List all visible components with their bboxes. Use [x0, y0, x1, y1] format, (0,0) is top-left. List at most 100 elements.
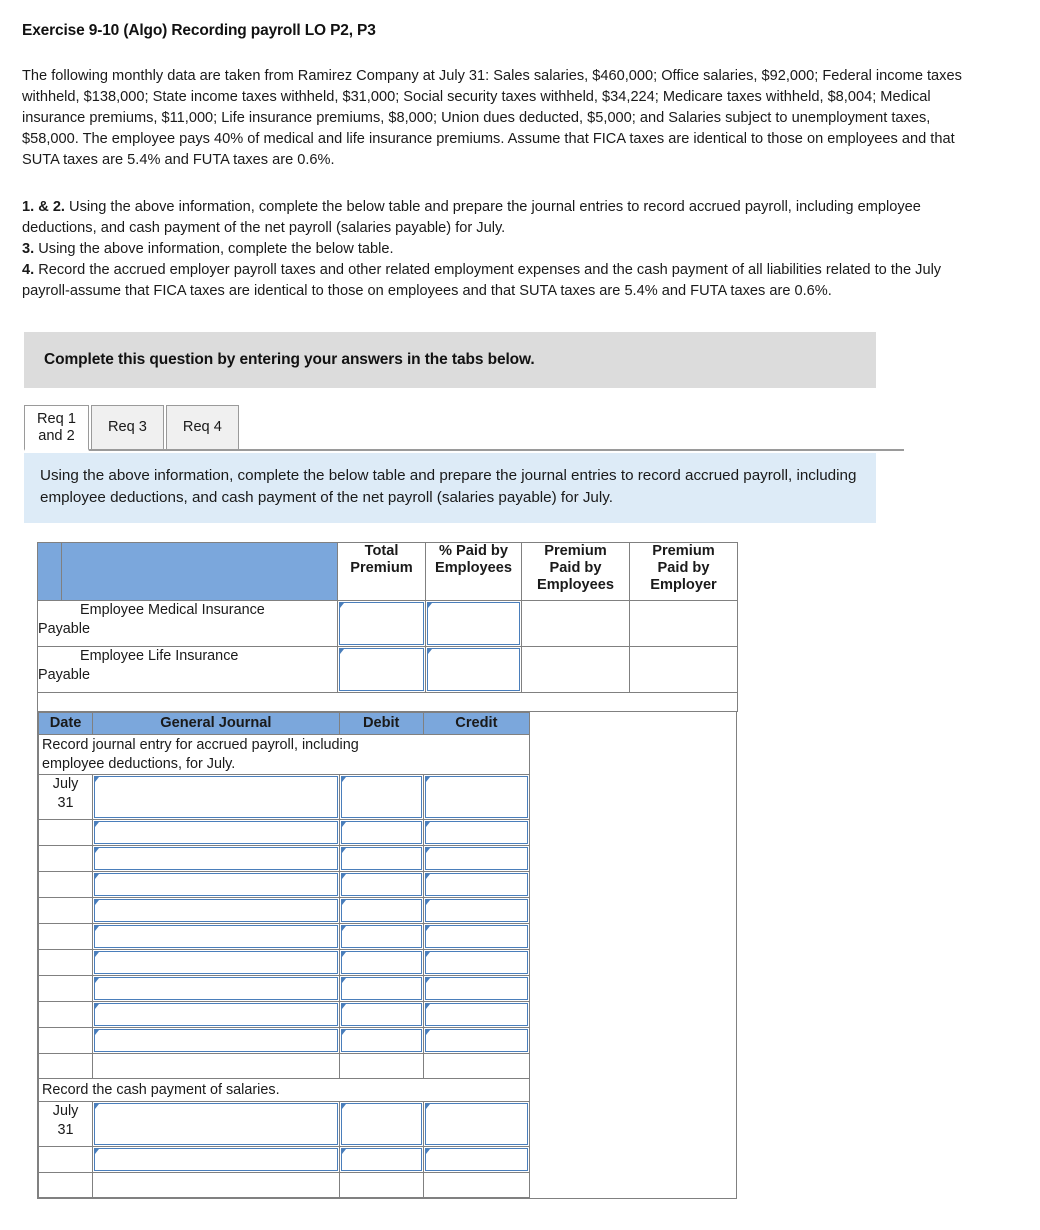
- input-box[interactable]: [340, 1029, 422, 1052]
- cell-journal-debit: [338, 1172, 424, 1198]
- input-journal-account[interactable]: [92, 975, 340, 1002]
- input-journal-account[interactable]: [92, 819, 340, 846]
- cell-journal-debit: [338, 1053, 424, 1079]
- input-box[interactable]: [424, 1003, 528, 1026]
- input-journal-credit[interactable]: [422, 923, 531, 950]
- table-row: [37, 923, 531, 950]
- input-box[interactable]: [94, 1148, 338, 1171]
- input-journal-credit[interactable]: [422, 774, 531, 820]
- input-medical-total-premium[interactable]: [337, 600, 426, 647]
- input-journal-debit[interactable]: [338, 949, 424, 976]
- input-box[interactable]: [424, 1148, 528, 1171]
- input-box[interactable]: [424, 899, 528, 922]
- input-journal-credit[interactable]: [422, 1101, 531, 1147]
- input-journal-account[interactable]: [92, 923, 340, 950]
- tab-req-4[interactable]: Req 4: [165, 405, 239, 449]
- input-journal-debit[interactable]: [338, 774, 424, 820]
- input-box[interactable]: [340, 951, 422, 974]
- input-box[interactable]: [94, 899, 338, 922]
- instruction-panel-text: Using the above information, complete th…: [40, 467, 857, 506]
- input-journal-credit[interactable]: [422, 819, 531, 846]
- input-journal-debit[interactable]: [338, 975, 424, 1002]
- input-box[interactable]: [94, 951, 338, 974]
- input-journal-credit[interactable]: [422, 871, 531, 898]
- input-box[interactable]: [424, 951, 528, 974]
- requirement-4-label: 4.: [22, 262, 35, 278]
- table-row: [37, 819, 531, 846]
- requirement-4: 4. Record the accrued employer payroll t…: [22, 260, 982, 302]
- input-box[interactable]: [94, 1029, 338, 1052]
- input-journal-credit[interactable]: [422, 897, 531, 924]
- input-journal-credit[interactable]: [422, 975, 531, 1002]
- input-box[interactable]: [340, 821, 422, 844]
- premium-header-spacer-2: [61, 542, 338, 601]
- journal-row-date: [37, 819, 94, 846]
- input-journal-credit[interactable]: [422, 1027, 531, 1054]
- input-box[interactable]: [340, 873, 422, 896]
- input-box[interactable]: [424, 776, 528, 818]
- input-medical-pct-paid-by-employees[interactable]: [425, 600, 522, 647]
- input-box[interactable]: [340, 977, 422, 1000]
- input-journal-account[interactable]: [92, 1027, 340, 1054]
- input-journal-account[interactable]: [92, 1001, 340, 1028]
- tab-req-1-and-2[interactable]: Req 1 and 2: [24, 405, 89, 451]
- input-life-pct-paid-by-employees[interactable]: [425, 646, 522, 693]
- journal-row-date: [37, 1027, 94, 1054]
- input-journal-debit[interactable]: [338, 845, 424, 872]
- input-box[interactable]: [94, 977, 338, 1000]
- tab-req-3[interactable]: Req 3: [90, 405, 164, 449]
- input-journal-debit[interactable]: [338, 1146, 424, 1173]
- input-box[interactable]: [424, 1103, 528, 1145]
- input-box[interactable]: [340, 776, 422, 818]
- input-box[interactable]: [94, 925, 338, 948]
- input-journal-debit[interactable]: [338, 819, 424, 846]
- input-journal-account[interactable]: [92, 897, 340, 924]
- input-journal-credit[interactable]: [422, 1146, 531, 1173]
- input-journal-debit[interactable]: [338, 871, 424, 898]
- input-journal-account[interactable]: [92, 1146, 340, 1173]
- input-box[interactable]: [424, 847, 528, 870]
- input-box[interactable]: [427, 602, 520, 645]
- input-life-total-premium[interactable]: [337, 646, 426, 693]
- input-box[interactable]: [339, 602, 424, 645]
- requirement-3-text: Using the above information, complete th…: [34, 241, 394, 257]
- input-box[interactable]: [94, 847, 338, 870]
- journal-row-date: [37, 897, 94, 924]
- input-journal-account[interactable]: [92, 949, 340, 976]
- input-box[interactable]: [424, 873, 528, 896]
- input-box[interactable]: [94, 1103, 338, 1145]
- input-box[interactable]: [424, 1029, 528, 1052]
- input-journal-debit[interactable]: [338, 1001, 424, 1028]
- table-row: [37, 949, 531, 976]
- input-journal-credit[interactable]: [422, 1001, 531, 1028]
- input-box[interactable]: [340, 1103, 422, 1145]
- cell-journal-credit: [422, 1053, 531, 1079]
- tab-req-1-and-2-label: Req 1 and 2: [37, 410, 76, 444]
- input-journal-debit[interactable]: [338, 1101, 424, 1147]
- input-box[interactable]: [340, 1148, 422, 1171]
- input-journal-account[interactable]: [92, 871, 340, 898]
- input-box[interactable]: [94, 1003, 338, 1026]
- input-journal-account[interactable]: [92, 1101, 340, 1147]
- input-box[interactable]: [340, 925, 422, 948]
- input-box[interactable]: [427, 648, 520, 691]
- input-journal-account[interactable]: [92, 774, 340, 820]
- input-box[interactable]: [94, 821, 338, 844]
- input-box[interactable]: [340, 899, 422, 922]
- input-box[interactable]: [340, 847, 422, 870]
- input-box[interactable]: [94, 776, 338, 818]
- input-box[interactable]: [424, 925, 528, 948]
- input-journal-debit[interactable]: [338, 1027, 424, 1054]
- input-box[interactable]: [94, 873, 338, 896]
- input-journal-credit[interactable]: [422, 949, 531, 976]
- requirement-tabs: Req 1 and 2 Req 3 Req 4: [24, 405, 904, 451]
- input-box[interactable]: [340, 1003, 422, 1026]
- input-journal-debit[interactable]: [338, 923, 424, 950]
- input-box[interactable]: [424, 821, 528, 844]
- input-journal-credit[interactable]: [422, 845, 531, 872]
- input-box[interactable]: [339, 648, 424, 691]
- input-journal-account[interactable]: [92, 845, 340, 872]
- input-journal-debit[interactable]: [338, 897, 424, 924]
- input-box[interactable]: [424, 977, 528, 1000]
- cell-medical-premium-paid-by-employees: [521, 600, 630, 647]
